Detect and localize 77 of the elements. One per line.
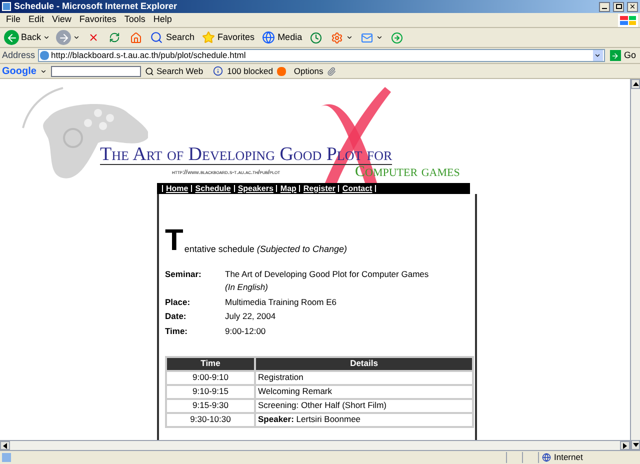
clock-icon xyxy=(308,30,324,45)
toolbar-button[interactable]: Media xyxy=(258,28,306,46)
blogger-icon xyxy=(276,66,286,76)
nav-link[interactable]: Map xyxy=(280,182,296,194)
star-icon xyxy=(200,30,216,45)
table-cell: Registration xyxy=(255,370,473,385)
minimize-icon xyxy=(602,8,607,9)
column-header: Time xyxy=(166,356,255,371)
menu-item[interactable]: Favorites xyxy=(75,13,120,27)
close-icon xyxy=(629,3,636,10)
address-field[interactable]: http://blackboard.s-t.au.ac.th/pub/plot/schedule.html xyxy=(38,49,605,62)
table-cell: Speaker: Lertsiri Boonmee xyxy=(255,412,473,427)
table-cell: 9:00-9:10 xyxy=(166,370,255,385)
options-button[interactable]: Options xyxy=(294,64,324,78)
info-label: Time: xyxy=(165,325,189,338)
table-cell: 9:15-9:30 xyxy=(166,398,255,413)
menu-item[interactable]: Edit xyxy=(24,13,48,27)
minimize-button[interactable] xyxy=(599,2,610,12)
maximize-icon xyxy=(616,4,622,9)
search-web-button[interactable]: Search Web xyxy=(145,64,204,78)
scroll-left-button[interactable] xyxy=(0,441,10,450)
windows-logo-icon xyxy=(618,14,638,26)
menu-item[interactable]: View xyxy=(48,13,76,27)
drop-cap: T xyxy=(165,228,184,254)
down-arrow-icon xyxy=(632,443,638,447)
heading-text: entative schedule (Subjected to Change) xyxy=(184,245,347,254)
browser-icon xyxy=(2,2,11,11)
search-icon xyxy=(145,66,154,76)
table-cell: Welcoming Remark xyxy=(255,384,473,399)
nav-link[interactable]: Speakers xyxy=(238,182,274,194)
menu-item[interactable]: Help xyxy=(149,13,176,27)
scroll-up-button[interactable] xyxy=(631,79,640,89)
page-icon xyxy=(2,453,11,462)
window-title: Schedule - Microsoft Internet Explorer xyxy=(14,0,178,13)
nav-link[interactable]: Schedule xyxy=(195,182,231,194)
info-value: July 22, 2004 xyxy=(225,310,276,323)
table-cell: 9:10-9:15 xyxy=(166,384,255,399)
caret-icon xyxy=(40,68,48,74)
menu-item[interactable]: File xyxy=(2,13,25,27)
nav-link[interactable]: Home xyxy=(166,182,188,194)
nav-link[interactable]: Register xyxy=(303,182,336,194)
google-search-field[interactable] xyxy=(51,66,142,76)
nav-link[interactable]: Contact xyxy=(342,182,372,194)
close-button[interactable] xyxy=(627,2,638,12)
address-label: Address xyxy=(2,48,36,62)
info-label: Place: xyxy=(165,296,192,308)
globe-icon xyxy=(260,30,276,45)
go-button[interactable]: Go xyxy=(608,48,638,62)
paperclip-icon xyxy=(327,66,336,76)
toolbar-button[interactable]: Back xyxy=(1,28,54,46)
maximize-button[interactable] xyxy=(613,2,624,12)
info-icon xyxy=(213,66,224,76)
info-label: Seminar: xyxy=(165,268,202,281)
column-header: Details xyxy=(255,356,473,371)
info-value: Multimedia Training Room E6 xyxy=(225,296,336,308)
info-label: Date: xyxy=(165,310,188,323)
up-arrow-icon xyxy=(632,82,638,86)
table-cell: Screening: Other Half (Short Film) xyxy=(255,398,473,413)
scroll-down-button[interactable] xyxy=(631,440,640,450)
page-icon xyxy=(40,51,50,60)
globe-icon xyxy=(542,453,551,462)
search-icon xyxy=(149,30,164,45)
table-cell: 9:30-10:30 xyxy=(166,412,255,427)
gear-icon xyxy=(329,30,344,45)
toolbar-button[interactable]: Favorites xyxy=(198,28,258,46)
zone-label: Internet xyxy=(554,451,583,464)
left-arrow-icon xyxy=(3,442,7,448)
google-logo[interactable]: Google xyxy=(2,64,36,78)
popup-blocker-button[interactable]: 100 blocked xyxy=(227,64,273,78)
scroll-right-button[interactable] xyxy=(620,441,630,450)
home-icon xyxy=(128,30,144,45)
info-value: 9:00-12:00 xyxy=(225,325,266,338)
toolbar-button[interactable]: Search xyxy=(146,28,198,46)
info-note: (In English) xyxy=(225,280,269,294)
menu-item[interactable]: Tools xyxy=(120,13,150,27)
right-arrow-icon xyxy=(623,442,627,448)
info-value: The Art of Developing Good Plot for Computer Games xyxy=(225,268,429,281)
